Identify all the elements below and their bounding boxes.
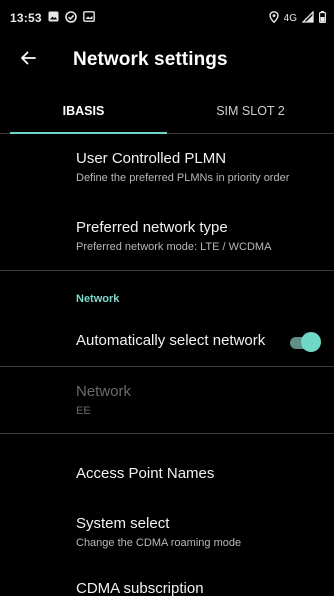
divider	[0, 270, 334, 271]
toggle-thumb	[301, 332, 321, 352]
battery-icon	[319, 10, 327, 26]
tab-ibasis[interactable]: IBASIS	[0, 88, 167, 134]
tab-label: SIM SLOT 2	[216, 103, 285, 118]
status-left: 13:53	[10, 10, 95, 26]
setting-subtitle: Define the preferred PLMNs in priority o…	[76, 172, 290, 184]
setting-preferred-network-type[interactable]: Preferred network type Preferred network…	[0, 219, 334, 254]
status-right: 4G	[268, 9, 327, 26]
sim-tabs: IBASIS SIM SLOT 2	[0, 88, 334, 134]
status-bar: 13:53 4G	[0, 0, 334, 36]
setting-title: User Controlled PLMN	[76, 150, 227, 167]
divider	[0, 433, 334, 434]
setting-system-select[interactable]: System select Change the CDMA roaming mo…	[0, 515, 334, 550]
tab-label: IBASIS	[62, 103, 105, 118]
setting-title: CDMA subscription	[76, 580, 204, 596]
setting-title: Access Point Names	[76, 465, 215, 482]
setting-network[interactable]: Network EE	[0, 383, 334, 418]
setting-subtitle: Preferred network mode: LTE / WCDMA	[76, 241, 272, 253]
setting-user-controlled-plmn[interactable]: User Controlled PLMN Define the preferre…	[0, 150, 334, 185]
setting-subtitle: Change the CDMA roaming mode	[76, 537, 242, 549]
setting-subtitle: EE	[76, 405, 91, 417]
app-bar: Network settings	[0, 36, 334, 84]
network-type-label: 4G	[283, 12, 297, 24]
setting-access-point-names[interactable]: Access Point Names	[0, 465, 334, 483]
check-circle-notification-icon	[64, 10, 77, 26]
back-button[interactable]	[4, 36, 52, 84]
section-header-network: Network	[76, 293, 120, 305]
location-icon	[268, 10, 279, 26]
auto-select-toggle[interactable]	[287, 332, 321, 352]
signal-icon	[301, 9, 314, 26]
status-time: 13:53	[10, 11, 42, 25]
divider	[0, 366, 334, 367]
setting-title: System select	[76, 515, 170, 532]
gallery-notification-icon	[82, 11, 95, 25]
arrow-back-icon	[20, 50, 36, 71]
setting-title: Preferred network type	[76, 219, 228, 236]
image-notification-icon	[48, 11, 59, 25]
setting-title: Network	[76, 383, 132, 400]
setting-automatically-select-network[interactable]: Automatically select network	[0, 332, 334, 352]
setting-cdma-subscription[interactable]: CDMA subscription	[0, 580, 334, 596]
tab-sim-slot-2[interactable]: SIM SLOT 2	[167, 88, 334, 133]
page-title: Network settings	[73, 49, 228, 70]
